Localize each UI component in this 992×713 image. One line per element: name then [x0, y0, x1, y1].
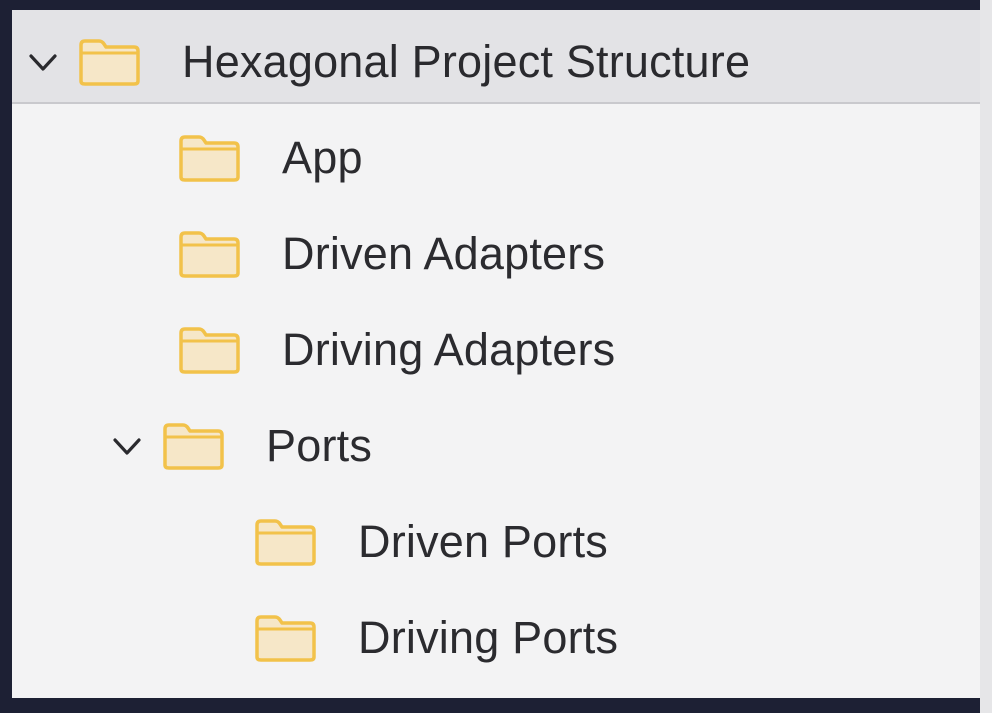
tree-label: Driven Ports [358, 516, 608, 567]
tree-row-ports[interactable]: Ports [110, 416, 372, 476]
tree-label: Hexagonal Project Structure [182, 36, 751, 87]
tree-label: Driven Adapters [282, 228, 606, 279]
tree-label: App [282, 132, 363, 183]
tree-row-app[interactable]: App [176, 128, 363, 188]
folder-icon [176, 324, 242, 376]
window-edge [980, 0, 992, 713]
tree-row-driving-ports[interactable]: Driving Ports [252, 608, 618, 668]
tree-label: Driving Ports [358, 612, 619, 663]
tree-row-driven-adapters[interactable]: Driven Adapters [176, 224, 605, 284]
chevron-down-icon[interactable] [26, 45, 60, 79]
folder-icon [160, 420, 226, 472]
tree-row-hexagonal-project-structure[interactable]: Hexagonal Project Structure [26, 32, 750, 92]
project-navigator: Hexagonal Project Structure App Driven A… [12, 10, 980, 698]
folder-icon [252, 612, 318, 664]
folder-icon [176, 228, 242, 280]
tree-label: Ports [266, 420, 373, 471]
tree-row-driven-ports[interactable]: Driven Ports [252, 512, 608, 572]
folder-icon [252, 516, 318, 568]
chevron-down-icon[interactable] [110, 429, 144, 463]
tree-label: Driving Adapters [282, 324, 616, 375]
folder-icon [176, 132, 242, 184]
folder-icon [76, 36, 142, 88]
tree-row-driving-adapters[interactable]: Driving Adapters [176, 320, 615, 380]
